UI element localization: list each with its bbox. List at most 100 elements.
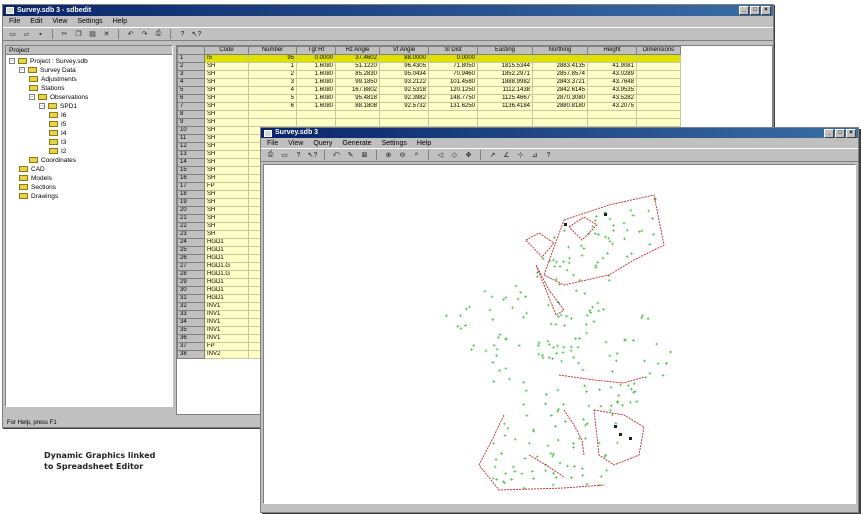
query-point-icon[interactable]: ⊹: [515, 150, 526, 160]
table-cell[interactable]: 1.6080: [296, 70, 336, 79]
table-cell[interactable]: [587, 54, 637, 63]
survey-point[interactable]: [514, 284, 518, 288]
survey-point[interactable]: [459, 314, 462, 318]
survey-point[interactable]: [661, 373, 665, 377]
survey-point[interactable]: [580, 254, 584, 258]
row-number[interactable]: 10: [177, 126, 205, 135]
table-cell[interactable]: SH: [204, 166, 249, 175]
survey-point[interactable]: [522, 315, 525, 319]
survey-point[interactable]: [524, 389, 528, 393]
survey-point[interactable]: [562, 345, 566, 349]
survey-point[interactable]: [554, 424, 557, 428]
tree-node[interactable]: Coordinates: [29, 156, 76, 164]
table-cell[interactable]: 2870.3080: [532, 94, 588, 103]
measure-angle-icon[interactable]: ∠: [501, 150, 512, 160]
survey-point[interactable]: [519, 290, 523, 294]
row-number[interactable]: 17: [177, 182, 205, 191]
survey-point[interactable]: [609, 408, 613, 412]
survey-point[interactable]: [635, 399, 639, 403]
survey-point[interactable]: [655, 342, 659, 346]
survey-point[interactable]: [520, 472, 524, 476]
survey-point[interactable]: [540, 353, 544, 357]
survey-plan[interactable]: [264, 165, 857, 505]
table-cell[interactable]: 95: [248, 54, 297, 63]
survey-point[interactable]: [596, 301, 600, 305]
survey-point[interactable]: [549, 413, 553, 417]
survey-point[interactable]: [554, 277, 558, 281]
survey-point[interactable]: [483, 289, 487, 293]
survey-point[interactable]: [593, 232, 597, 235]
table-cell[interactable]: 70.9460: [428, 70, 478, 79]
survey-point[interactable]: [569, 349, 573, 353]
survey-point[interactable]: [648, 243, 652, 246]
survey-point[interactable]: [611, 370, 614, 373]
table-row[interactable]: 2 SH 1 1.6080 51.1220 96.4305 71.8050 1815.5344…: [177, 62, 681, 71]
survey-point[interactable]: [490, 295, 494, 299]
table-cell[interactable]: [636, 70, 681, 79]
survey-point[interactable]: [572, 355, 576, 359]
table-cell[interactable]: 95.4818: [335, 94, 380, 103]
table-cell[interactable]: [335, 118, 380, 127]
survey-station-marker[interactable]: [629, 437, 632, 440]
survey-point[interactable]: [608, 240, 612, 243]
survey-point[interactable]: [494, 458, 498, 462]
table-cell[interactable]: INV1: [204, 318, 249, 327]
survey-point[interactable]: [574, 289, 578, 293]
tree-node[interactable]: - Project : Survey.sdb: [9, 57, 88, 65]
table-cell[interactable]: SH: [204, 86, 249, 95]
copy-icon[interactable]: ❐: [73, 29, 84, 39]
table-cell[interactable]: 71.8050: [428, 62, 478, 71]
survey-point[interactable]: [607, 278, 611, 282]
survey-point[interactable]: [504, 367, 508, 370]
survey-point[interactable]: [513, 437, 517, 441]
survey-point[interactable]: [567, 261, 571, 265]
table-cell[interactable]: [636, 62, 681, 71]
survey-point[interactable]: [572, 445, 575, 449]
context-help-icon[interactable]: ↖?: [191, 29, 202, 39]
table-cell[interactable]: HGD1: [204, 278, 249, 287]
survey-point[interactable]: [632, 382, 636, 386]
table-cell[interactable]: [296, 118, 336, 127]
survey-point[interactable]: [599, 475, 603, 478]
survey-point[interactable]: [598, 388, 602, 392]
survey-point[interactable]: [512, 465, 515, 469]
table-cell[interactable]: [335, 110, 380, 119]
survey-point[interactable]: [491, 361, 495, 364]
table-cell[interactable]: SH: [204, 70, 249, 79]
table-cell[interactable]: 37.4602: [335, 54, 380, 63]
menu-settings[interactable]: Settings: [77, 18, 102, 25]
survey-point[interactable]: [591, 305, 595, 309]
table-cell[interactable]: HGD1: [204, 286, 249, 295]
survey-point[interactable]: [522, 403, 526, 407]
survey-point[interactable]: [584, 436, 587, 440]
row-number[interactable]: 14: [177, 158, 205, 167]
row-number[interactable]: 23: [177, 230, 205, 239]
graphics-titlebar[interactable]: Survey.sdb 3 _ □ ×: [261, 128, 858, 138]
table-cell[interactable]: HGD1: [204, 294, 249, 303]
survey-point[interactable]: [567, 245, 570, 249]
column-header[interactable]: Number: [248, 46, 297, 55]
table-cell[interactable]: [636, 78, 681, 87]
zoom-in-icon[interactable]: ⊕: [383, 150, 394, 160]
survey-point[interactable]: [593, 218, 597, 222]
row-number[interactable]: 22: [177, 222, 205, 231]
table-cell[interactable]: 85.2830: [335, 70, 380, 79]
survey-point[interactable]: [615, 441, 619, 445]
table-cell[interactable]: HGD1: [204, 254, 249, 263]
menu-view[interactable]: View: [52, 18, 67, 25]
print-icon[interactable]: ⎙: [265, 150, 276, 160]
tree-node[interactable]: Drawings: [19, 192, 58, 200]
survey-point[interactable]: [577, 437, 581, 440]
survey-point[interactable]: [503, 434, 507, 438]
table-cell[interactable]: 148.7750: [428, 94, 478, 103]
table-cell[interactable]: 92.3982: [379, 94, 429, 103]
table-cell[interactable]: 2: [248, 70, 297, 79]
survey-point[interactable]: [583, 292, 587, 296]
table-cell[interactable]: [428, 110, 478, 119]
row-number[interactable]: 29: [177, 278, 205, 287]
survey-point[interactable]: [558, 265, 562, 268]
table-cell[interactable]: I5: [204, 54, 249, 63]
table-cell[interactable]: 1112.1438: [477, 86, 533, 95]
table-cell[interactable]: 120.1250: [428, 86, 478, 95]
table-cell[interactable]: 43.5282: [587, 94, 637, 103]
